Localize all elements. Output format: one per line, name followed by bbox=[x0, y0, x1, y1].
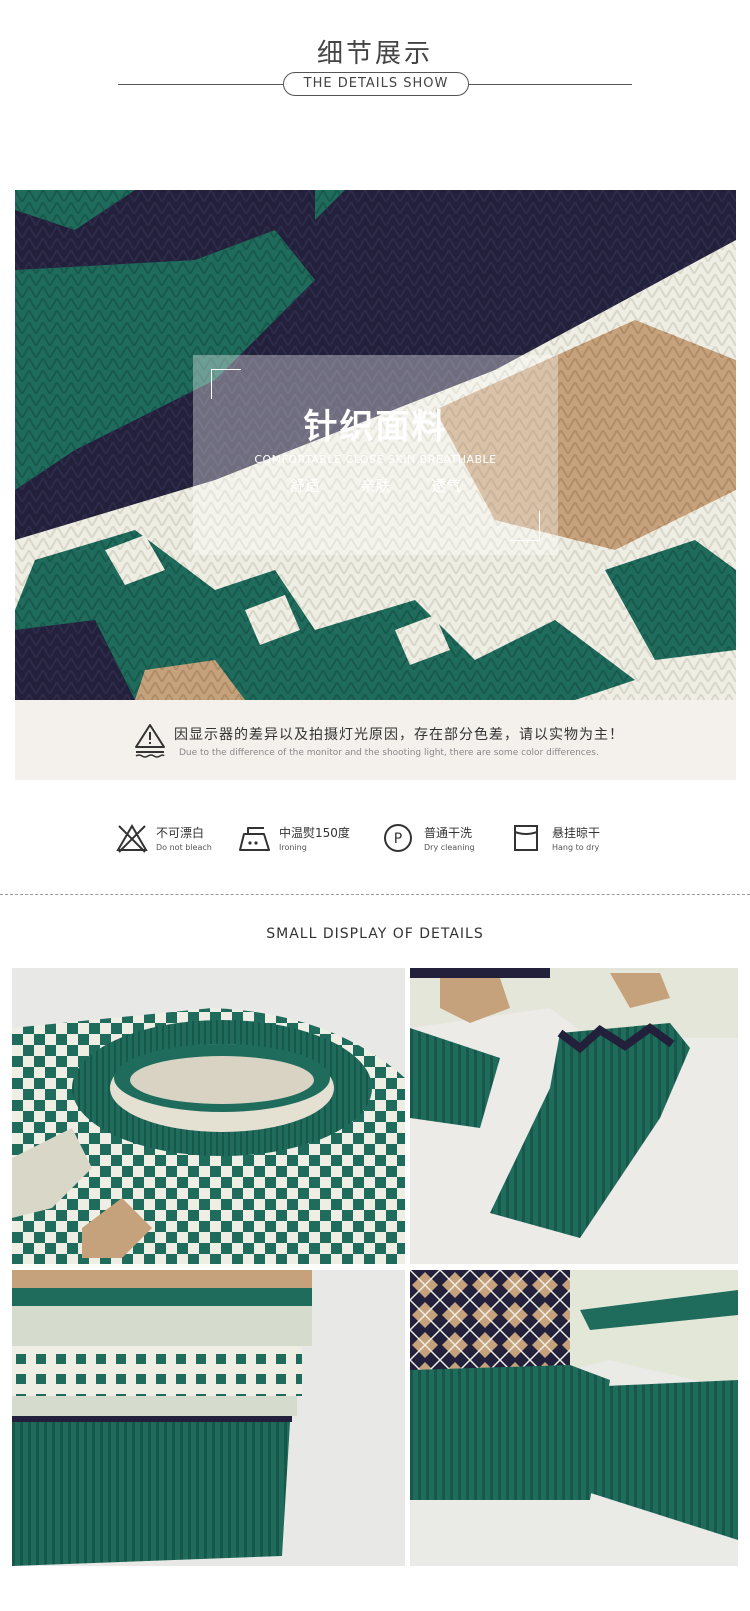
hem-side-photo bbox=[410, 1270, 738, 1566]
color-notice-banner: 因显示器的差异以及拍摄灯光原因，存在部分色差，请以实物为主！ Due to th… bbox=[15, 700, 736, 780]
fabric-tag: 透气 bbox=[431, 477, 462, 495]
no-bleach-icon bbox=[116, 824, 148, 853]
page-subtitle: THE DETAILS SHOW bbox=[283, 72, 469, 96]
cuff-photo bbox=[410, 968, 738, 1264]
collar-photo bbox=[12, 968, 405, 1264]
details-section-title: SMALL DISPLAY OF DETAILS bbox=[266, 926, 484, 942]
page-title: 细节展示 bbox=[316, 39, 433, 69]
hem-photo bbox=[12, 1270, 405, 1566]
care-label-cn: 普通干洗 bbox=[424, 826, 473, 840]
notice-text-en: Due to the difference of the monitor and… bbox=[179, 748, 599, 758]
care-label-en: Hang to dry bbox=[552, 843, 600, 852]
svg-text:P: P bbox=[394, 831, 402, 847]
hang-dry-icon bbox=[514, 825, 538, 851]
fabric-tag: 亲肤 bbox=[360, 477, 391, 495]
section-divider bbox=[0, 894, 750, 895]
card-corner-bracket bbox=[211, 369, 241, 399]
warning-icon bbox=[135, 724, 165, 758]
care-label-en: Do not bleach bbox=[156, 843, 212, 852]
fabric-subtitle: COMFORTABLE CLOSE SKIN BREATHABLE bbox=[254, 453, 497, 466]
fabric-tags: 舒适 亲肤 透气 bbox=[193, 475, 558, 496]
care-label-cn: 中温熨150度 bbox=[279, 826, 350, 840]
card-corner-bracket bbox=[510, 511, 540, 541]
care-label-cn: 不可漂白 bbox=[156, 826, 205, 840]
care-label-en: Ironing bbox=[279, 843, 307, 852]
fabric-tag: 舒适 bbox=[289, 477, 320, 495]
iron-icon bbox=[239, 827, 270, 851]
fabric-title: 针织面料 bbox=[303, 407, 448, 447]
fabric-closeup-image: 针织面料 COMFORTABLE CLOSE SKIN BREATHABLE 舒… bbox=[15, 190, 736, 700]
notice-text-cn: 因显示器的差异以及拍摄灯光原因，存在部分色差，请以实物为主！ bbox=[174, 727, 624, 743]
care-label-cn: 悬挂晾干 bbox=[552, 826, 601, 840]
fabric-info-card: 针织面料 COMFORTABLE CLOSE SKIN BREATHABLE 舒… bbox=[193, 355, 558, 555]
care-label-en: Dry cleaning bbox=[424, 843, 475, 852]
dry-clean-icon: P bbox=[384, 824, 412, 852]
